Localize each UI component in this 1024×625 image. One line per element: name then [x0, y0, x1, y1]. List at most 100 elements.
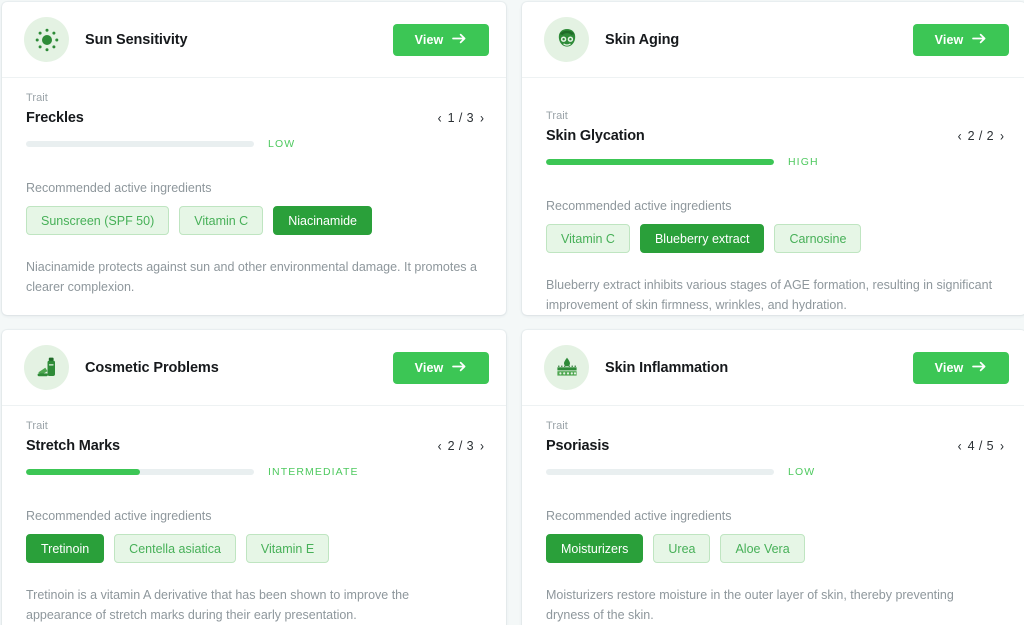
trait-name: Freckles: [26, 110, 84, 126]
severity-bar-row: HIGH: [546, 156, 1004, 168]
card-header: Skin Aging View: [522, 2, 1024, 78]
ingredient-description: Blueberry extract inhibits various stage…: [546, 278, 993, 313]
view-button-label: View: [934, 32, 964, 47]
pager-next-icon[interactable]: ›: [1000, 129, 1004, 143]
arrow-right-icon: [972, 361, 987, 375]
ingredient-chip-list: Sunscreen (SPF 50) Vitamin C Niacinamide: [26, 206, 484, 235]
trait-label: Trait: [546, 110, 568, 122]
ingredient-chip-list: Moisturizers Urea Aloe Vera: [546, 534, 1004, 563]
ingredient-chip[interactable]: Vitamin C: [179, 206, 264, 235]
trait-pager: ‹ 2 / 2 ›: [958, 129, 1004, 143]
view-button[interactable]: View: [913, 23, 1009, 56]
severity-bar-fill: [26, 469, 140, 475]
arrow-right-icon: [452, 361, 467, 375]
trait-row: Stretch Marks ‹ 2 / 3 ›: [26, 438, 484, 454]
face-icon: [554, 27, 580, 53]
ingredient-chip[interactable]: Vitamin C: [546, 224, 630, 253]
card-body: Trait Stretch Marks ‹ 2 / 3 › INTERMEDIA…: [2, 406, 506, 625]
view-button[interactable]: View: [913, 351, 1009, 384]
ingredient-chip-selected[interactable]: Tretinoin: [26, 534, 105, 563]
card-title: Sun Sensitivity: [85, 31, 188, 48]
severity-level-label: INTERMEDIATE: [268, 466, 359, 478]
trait-card-grid: Sun Sensitivity View Trait Freckles ‹ 1 …: [0, 0, 1024, 625]
view-button-label: View: [414, 32, 444, 47]
pager-count: 1 / 3: [447, 111, 474, 125]
ingredients-label: Recommended active ingredients: [26, 509, 212, 523]
severity-level-label: HIGH: [788, 156, 819, 168]
trait-label: Trait: [546, 420, 568, 432]
card-header: Cosmetic Problems View: [2, 330, 506, 406]
ingredients-label: Recommended active ingredients: [546, 199, 732, 213]
severity-bar-row: LOW: [546, 466, 1004, 478]
pager-count: 4 / 5: [967, 439, 994, 453]
ingredients-label: Recommended active ingredients: [26, 181, 212, 195]
trait-row: Skin Glycation ‹ 2 / 2 ›: [546, 128, 1004, 144]
view-button[interactable]: View: [393, 23, 489, 56]
ingredient-chip-selected[interactable]: Blueberry extract: [639, 224, 765, 253]
ingredient-chip[interactable]: Vitamin E: [245, 534, 330, 563]
card-title: Skin Inflammation: [605, 359, 729, 376]
trait-label: Trait: [26, 92, 48, 104]
category-avatar: [544, 345, 589, 390]
category-avatar: [24, 345, 69, 390]
ingredient-chip[interactable]: Aloe Vera: [720, 534, 805, 563]
ingredient-chip[interactable]: Sunscreen (SPF 50): [26, 206, 170, 235]
arrow-right-icon: [452, 33, 467, 47]
category-avatar: [24, 17, 69, 62]
ingredient-chip-list: Tretinoin Centella asiatica Vitamin E: [26, 534, 484, 563]
trait-name: Psoriasis: [546, 438, 610, 454]
ingredient-chip-selected[interactable]: Moisturizers: [546, 534, 644, 563]
severity-bar-fill: [546, 159, 774, 165]
category-avatar: [544, 17, 589, 62]
pager-next-icon[interactable]: ›: [1000, 439, 1004, 453]
card-body: Trait Freckles ‹ 1 / 3 › LOW Recommended…: [2, 78, 506, 315]
ingredients-label: Recommended active ingredients: [546, 509, 732, 523]
severity-bar-row: INTERMEDIATE: [26, 466, 484, 478]
pager-prev-icon[interactable]: ‹: [438, 439, 442, 453]
ingredient-description: Moisturizers restore moisture in the out…: [546, 588, 954, 623]
arrow-right-icon: [972, 33, 987, 47]
card-title: Skin Aging: [605, 31, 680, 48]
ingredient-description: Tretinoin is a vitamin A derivative that…: [26, 588, 410, 623]
ingredient-chip[interactable]: Carnosine: [774, 224, 862, 253]
severity-bar-track: [546, 159, 774, 165]
card-body: Trait Skin Glycation ‹ 2 / 2 › HIGH Reco…: [522, 78, 1024, 315]
trait-card-skin-inflammation: Skin Inflammation View Trait Psoriasis ‹…: [522, 330, 1024, 625]
severity-bar-track: [26, 469, 254, 475]
card-header: Skin Inflammation View: [522, 330, 1024, 406]
severity-level-label: LOW: [268, 138, 296, 150]
trait-row: Freckles ‹ 1 / 3 ›: [26, 110, 484, 126]
trait-card-skin-aging: Skin Aging View Trait Skin Glycation ‹ 2…: [522, 2, 1024, 315]
severity-bar-track: [26, 141, 254, 147]
ingredient-chip-list: Vitamin C Blueberry extract Carnosine: [546, 224, 1004, 253]
view-button-label: View: [414, 360, 444, 375]
ingredient-chip[interactable]: Urea: [653, 534, 711, 563]
trait-pager: ‹ 2 / 3 ›: [438, 439, 484, 453]
skin-layers-icon: [554, 355, 580, 381]
severity-bar-row: LOW: [26, 138, 484, 150]
trait-card-cosmetic-problems: Cosmetic Problems View Trait Stretch Mar…: [2, 330, 506, 625]
pager-prev-icon[interactable]: ‹: [438, 111, 442, 125]
card-title: Cosmetic Problems: [85, 359, 219, 376]
trait-pager: ‹ 1 / 3 ›: [438, 111, 484, 125]
sun-icon: [34, 27, 60, 53]
view-button-label: View: [934, 360, 964, 375]
pager-prev-icon[interactable]: ‹: [958, 439, 962, 453]
pager-count: 2 / 2: [967, 129, 994, 143]
pager-prev-icon[interactable]: ‹: [958, 129, 962, 143]
trait-card-sun-sensitivity: Sun Sensitivity View Trait Freckles ‹ 1 …: [2, 2, 506, 315]
trait-label: Trait: [26, 420, 48, 432]
trait-pager: ‹ 4 / 5 ›: [958, 439, 1004, 453]
ingredient-chip-selected[interactable]: Niacinamide: [273, 206, 372, 235]
pager-next-icon[interactable]: ›: [480, 111, 484, 125]
trait-row: Psoriasis ‹ 4 / 5 ›: [546, 438, 1004, 454]
trait-name: Stretch Marks: [26, 438, 120, 454]
view-button[interactable]: View: [393, 351, 489, 384]
ingredient-chip[interactable]: Centella asiatica: [114, 534, 236, 563]
ingredient-description: Niacinamide protects against sun and oth…: [26, 260, 477, 295]
pager-next-icon[interactable]: ›: [480, 439, 484, 453]
trait-name: Skin Glycation: [546, 128, 645, 144]
severity-level-label: LOW: [788, 466, 816, 478]
cosmetic-tube-icon: [34, 355, 60, 381]
card-body: Trait Psoriasis ‹ 4 / 5 › LOW Recommende…: [522, 406, 1024, 625]
